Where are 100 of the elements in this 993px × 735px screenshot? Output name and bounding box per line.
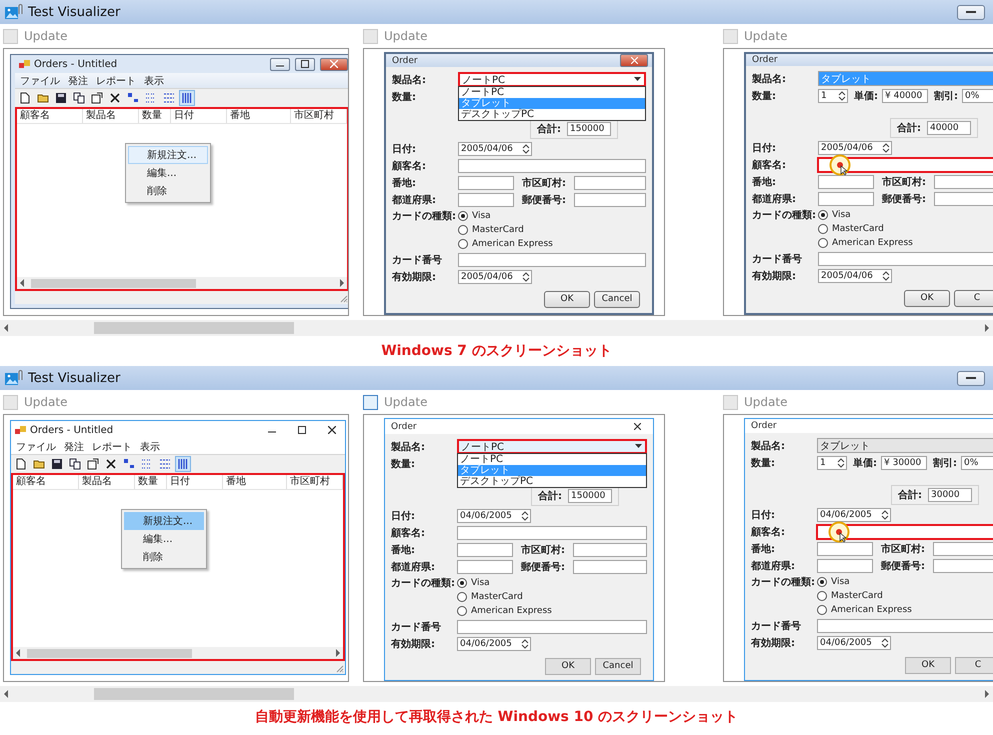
- update-checkbox[interactable]: [723, 28, 738, 44]
- column-header[interactable]: 顧客名: [17, 109, 83, 123]
- spin-buttons-icon[interactable]: [522, 144, 530, 154]
- number-field[interactable]: 1: [818, 88, 848, 102]
- text-field[interactable]: [934, 174, 993, 188]
- date-field[interactable]: 2005/04/06: [818, 268, 892, 282]
- text-field[interactable]: [457, 526, 647, 540]
- spin-buttons-icon[interactable]: [881, 638, 889, 648]
- column-header[interactable]: 番地: [227, 109, 291, 123]
- toolbar-button[interactable]: [49, 456, 65, 472]
- context-menu-item[interactable]: 編集...: [124, 530, 204, 548]
- date-field[interactable]: 04/06/2005: [817, 636, 891, 650]
- context-menu-item[interactable]: 新規注文...: [124, 512, 204, 530]
- toolbar-button[interactable]: [85, 456, 101, 472]
- radio-button[interactable]: [818, 210, 828, 220]
- update-checkbox[interactable]: [3, 394, 18, 410]
- minimize-button[interactable]: [957, 370, 985, 386]
- column-header[interactable]: 製品名: [79, 475, 135, 489]
- text-field[interactable]: 30000: [928, 488, 972, 502]
- column-header[interactable]: 製品名: [83, 109, 139, 123]
- text-field[interactable]: [458, 158, 646, 172]
- column-header[interactable]: 番地: [223, 475, 287, 489]
- text-field[interactable]: 0%: [961, 456, 993, 470]
- dialog-button[interactable]: OK: [905, 656, 951, 674]
- update-checkbox[interactable]: [363, 394, 378, 410]
- dialog-button[interactable]: C: [954, 290, 993, 306]
- maximize-button[interactable]: [295, 58, 315, 70]
- minimize-button[interactable]: [957, 4, 985, 20]
- date-field[interactable]: 04/06/2005: [457, 508, 531, 522]
- text-field[interactable]: 150000: [567, 122, 611, 136]
- update-checkbox[interactable]: [363, 28, 378, 44]
- date-field[interactable]: 2005/04/06: [818, 140, 892, 154]
- column-header[interactable]: 数量: [139, 109, 171, 123]
- text-field[interactable]: [457, 542, 513, 556]
- text-field[interactable]: [573, 560, 647, 574]
- radio-button[interactable]: [458, 224, 468, 234]
- text-field[interactable]: [458, 192, 514, 206]
- radio-button[interactable]: [458, 238, 468, 248]
- text-field[interactable]: [457, 560, 513, 574]
- text-field[interactable]: [933, 558, 993, 572]
- date-field[interactable]: 04/06/2005: [817, 508, 891, 522]
- menu-item[interactable]: 発注: [68, 74, 88, 88]
- update-checkbox[interactable]: [3, 28, 18, 44]
- context-menu-item[interactable]: 削除: [124, 548, 204, 566]
- column-header[interactable]: 市区町村: [287, 475, 343, 489]
- dialog-button[interactable]: Cancel: [594, 290, 640, 308]
- spin-buttons-icon[interactable]: [882, 142, 890, 152]
- number-field[interactable]: 1: [817, 456, 847, 470]
- spin-buttons-icon[interactable]: [522, 272, 530, 282]
- menu-item[interactable]: 表示: [144, 74, 164, 88]
- dialog-button[interactable]: C: [955, 656, 993, 674]
- text-field[interactable]: [574, 176, 646, 190]
- text-field[interactable]: [458, 252, 646, 266]
- text-field[interactable]: [574, 192, 646, 206]
- spin-buttons-icon[interactable]: [837, 458, 845, 468]
- toolbar-button[interactable]: [53, 90, 69, 106]
- text-field[interactable]: [457, 620, 647, 634]
- text-field[interactable]: [933, 542, 993, 556]
- menu-item[interactable]: ファイル: [20, 74, 60, 88]
- toolbar-button[interactable]: [67, 456, 83, 472]
- radio-button[interactable]: [817, 604, 827, 614]
- dialog-button[interactable]: OK: [544, 290, 590, 308]
- text-field[interactable]: [817, 558, 873, 572]
- date-field[interactable]: 2005/04/06: [458, 270, 532, 284]
- spin-buttons-icon[interactable]: [838, 90, 846, 100]
- radio-button[interactable]: [457, 592, 467, 602]
- spin-buttons-icon[interactable]: [521, 638, 529, 648]
- spin-buttons-icon[interactable]: [881, 510, 889, 520]
- radio-button[interactable]: [457, 606, 467, 616]
- date-field[interactable]: 2005/04/06: [458, 142, 532, 156]
- dropdown-field[interactable]: タブレット: [817, 438, 993, 453]
- text-field[interactable]: 150000: [568, 489, 612, 503]
- text-field[interactable]: [934, 192, 993, 206]
- spin-buttons-icon[interactable]: [521, 510, 529, 520]
- dialog-button[interactable]: OK: [545, 658, 591, 674]
- dialog-button[interactable]: OK: [904, 290, 950, 306]
- text-field[interactable]: [458, 176, 514, 190]
- update-checkbox[interactable]: [723, 394, 738, 410]
- minimize-button[interactable]: [270, 58, 290, 70]
- context-menu-item[interactable]: 編集...: [128, 164, 208, 182]
- text-field[interactable]: ¥ 30000: [881, 456, 927, 470]
- menu-item[interactable]: レポート: [96, 74, 136, 88]
- radio-button[interactable]: [817, 590, 827, 600]
- dialog-button[interactable]: Cancel: [595, 658, 641, 674]
- column-header[interactable]: 市区町村: [291, 109, 347, 123]
- toolbar-button[interactable]: [89, 90, 105, 106]
- column-header[interactable]: 数量: [135, 475, 167, 489]
- horizontal-scrollbar[interactable]: [17, 277, 347, 289]
- menu-item[interactable]: 発注: [64, 440, 84, 454]
- toolbar-button[interactable]: [71, 90, 87, 106]
- radio-button[interactable]: [818, 224, 828, 234]
- column-header[interactable]: 日付: [171, 109, 227, 123]
- text-field[interactable]: [818, 192, 874, 206]
- text-field[interactable]: [818, 174, 874, 188]
- radio-button[interactable]: [458, 210, 468, 220]
- text-field[interactable]: [817, 542, 873, 556]
- menu-item[interactable]: レポート: [92, 440, 132, 454]
- date-field[interactable]: 04/06/2005: [457, 636, 531, 650]
- column-header[interactable]: 日付: [167, 475, 223, 489]
- radio-button[interactable]: [457, 578, 467, 588]
